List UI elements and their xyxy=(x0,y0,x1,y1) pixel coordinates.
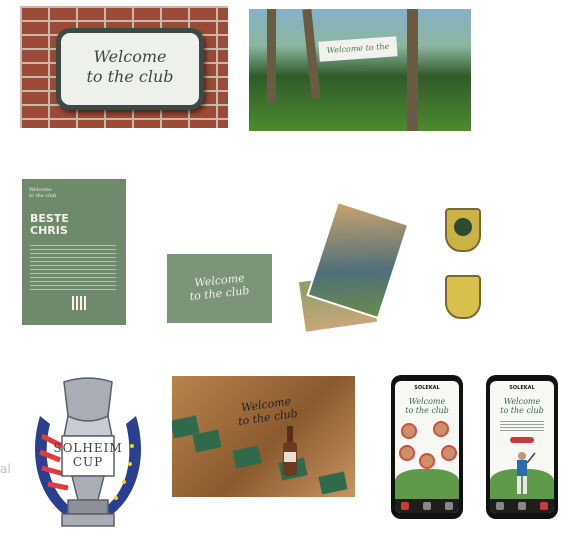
qr-code-icon xyxy=(72,296,86,310)
letter-heading: BESTE CHRIS xyxy=(30,213,69,237)
coaster xyxy=(232,445,262,469)
phone2-line1: Welcome xyxy=(503,397,541,406)
phone-brand: SOLEKAL xyxy=(414,385,440,391)
avatar xyxy=(419,453,435,469)
table-engraving: Welcome to the club xyxy=(226,393,309,430)
avatar xyxy=(399,445,415,461)
nav-icon xyxy=(445,502,453,510)
gold-pin-badge-icon xyxy=(445,275,481,319)
phone-brand: SOLEKAL xyxy=(509,385,535,391)
phone1-line2: to the club xyxy=(405,406,449,415)
phone-welcome-text: Welcome to the club xyxy=(395,397,459,415)
avatar xyxy=(433,421,449,437)
smiley-face-icon xyxy=(454,218,472,236)
avatar xyxy=(401,423,417,439)
coaster xyxy=(318,471,348,495)
welcome-plaque: Welcome to the club xyxy=(56,28,204,110)
phone2-line2: to the club xyxy=(500,406,544,415)
welcome-card-image: Welcome to the club xyxy=(167,254,272,323)
phone-nav-bar xyxy=(490,499,554,513)
golf-hill xyxy=(395,469,459,499)
letter-heading-line2: CHRIS xyxy=(30,224,68,237)
letter-logo: Welcome to the club xyxy=(29,187,56,199)
cropped-text: al xyxy=(0,462,11,476)
phone-nav-bar xyxy=(395,499,459,513)
letter-body-text xyxy=(30,245,116,293)
golfer-icon xyxy=(517,452,536,494)
phone-screen: SOLEKAL Welcome to the club xyxy=(395,381,459,513)
tree-trunk xyxy=(407,9,418,131)
avatar xyxy=(441,445,457,461)
banner-flag: Welcome to the club xyxy=(318,36,398,74)
phone1-line1: Welcome xyxy=(408,397,446,406)
nav-icon xyxy=(518,502,526,510)
coaster xyxy=(192,429,222,453)
nav-icon xyxy=(496,502,504,510)
phone-mockup-2: SOLEKAL Welcome to the club xyxy=(486,375,558,519)
beer-bottle-icon xyxy=(283,426,297,476)
nav-icon xyxy=(540,502,548,510)
brick-wall-sign-image: Welcome to the club xyxy=(20,6,228,128)
welcome-letter-image: Welcome to the club BESTE CHRIS xyxy=(22,179,126,325)
golf-course-banner-image: Welcome to the club xyxy=(249,9,471,131)
phone-screen: SOLEKAL Welcome to the club xyxy=(490,381,554,513)
solheim-line1: SOLHEIM xyxy=(53,441,123,455)
solheim-cup-wordmark: SOLHEIM CUP xyxy=(40,441,136,469)
smiley-pin-badge-icon xyxy=(445,208,481,252)
plaque-line2: to the club xyxy=(86,67,174,86)
phone-welcome-text: Welcome to the club xyxy=(490,397,554,415)
tree-trunk xyxy=(302,9,321,100)
solheim-line2: CUP xyxy=(72,455,104,469)
phone-cta-button xyxy=(510,437,534,443)
tree-trunk xyxy=(267,9,276,104)
letter-logo-line2: to the club xyxy=(29,193,57,199)
nav-icon xyxy=(401,502,409,510)
phone-body-text xyxy=(500,421,544,433)
phone-mockup-1: SOLEKAL Welcome to the club xyxy=(391,375,463,519)
wooden-table-coasters-image: Welcome to the club xyxy=(172,376,355,497)
plaque-line1: Welcome xyxy=(93,47,167,66)
nav-icon xyxy=(423,502,431,510)
